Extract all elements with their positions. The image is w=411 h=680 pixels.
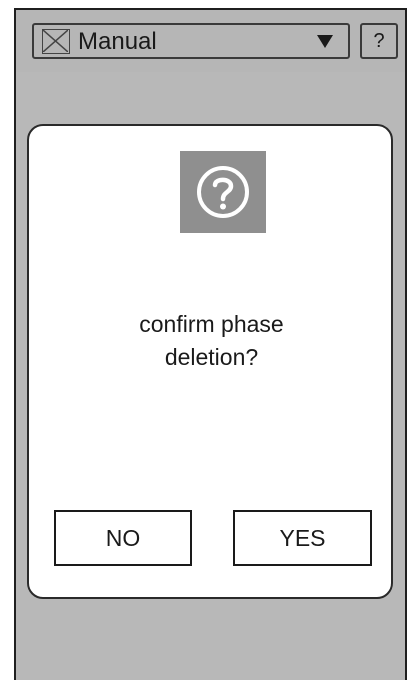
mode-dropdown[interactable]: Manual	[32, 23, 350, 59]
image-placeholder-icon	[42, 29, 70, 54]
help-button[interactable]: ?	[360, 23, 398, 59]
confirm-dialog: confirm phase deletion? NO YES	[27, 124, 393, 599]
question-icon	[180, 151, 266, 233]
dialog-message: confirm phase deletion?	[69, 308, 354, 374]
mode-label: Manual	[78, 28, 157, 55]
message-line-2: deletion?	[164, 344, 259, 370]
no-button[interactable]: NO	[54, 510, 192, 566]
chevron-down-icon	[317, 35, 333, 48]
app-screen: Manual ? confirm phase deletion? NO YES	[14, 8, 407, 680]
top-bar: Manual ?	[16, 10, 405, 72]
message-line-1: confirm phase	[139, 311, 284, 337]
yes-button[interactable]: YES	[233, 510, 372, 566]
